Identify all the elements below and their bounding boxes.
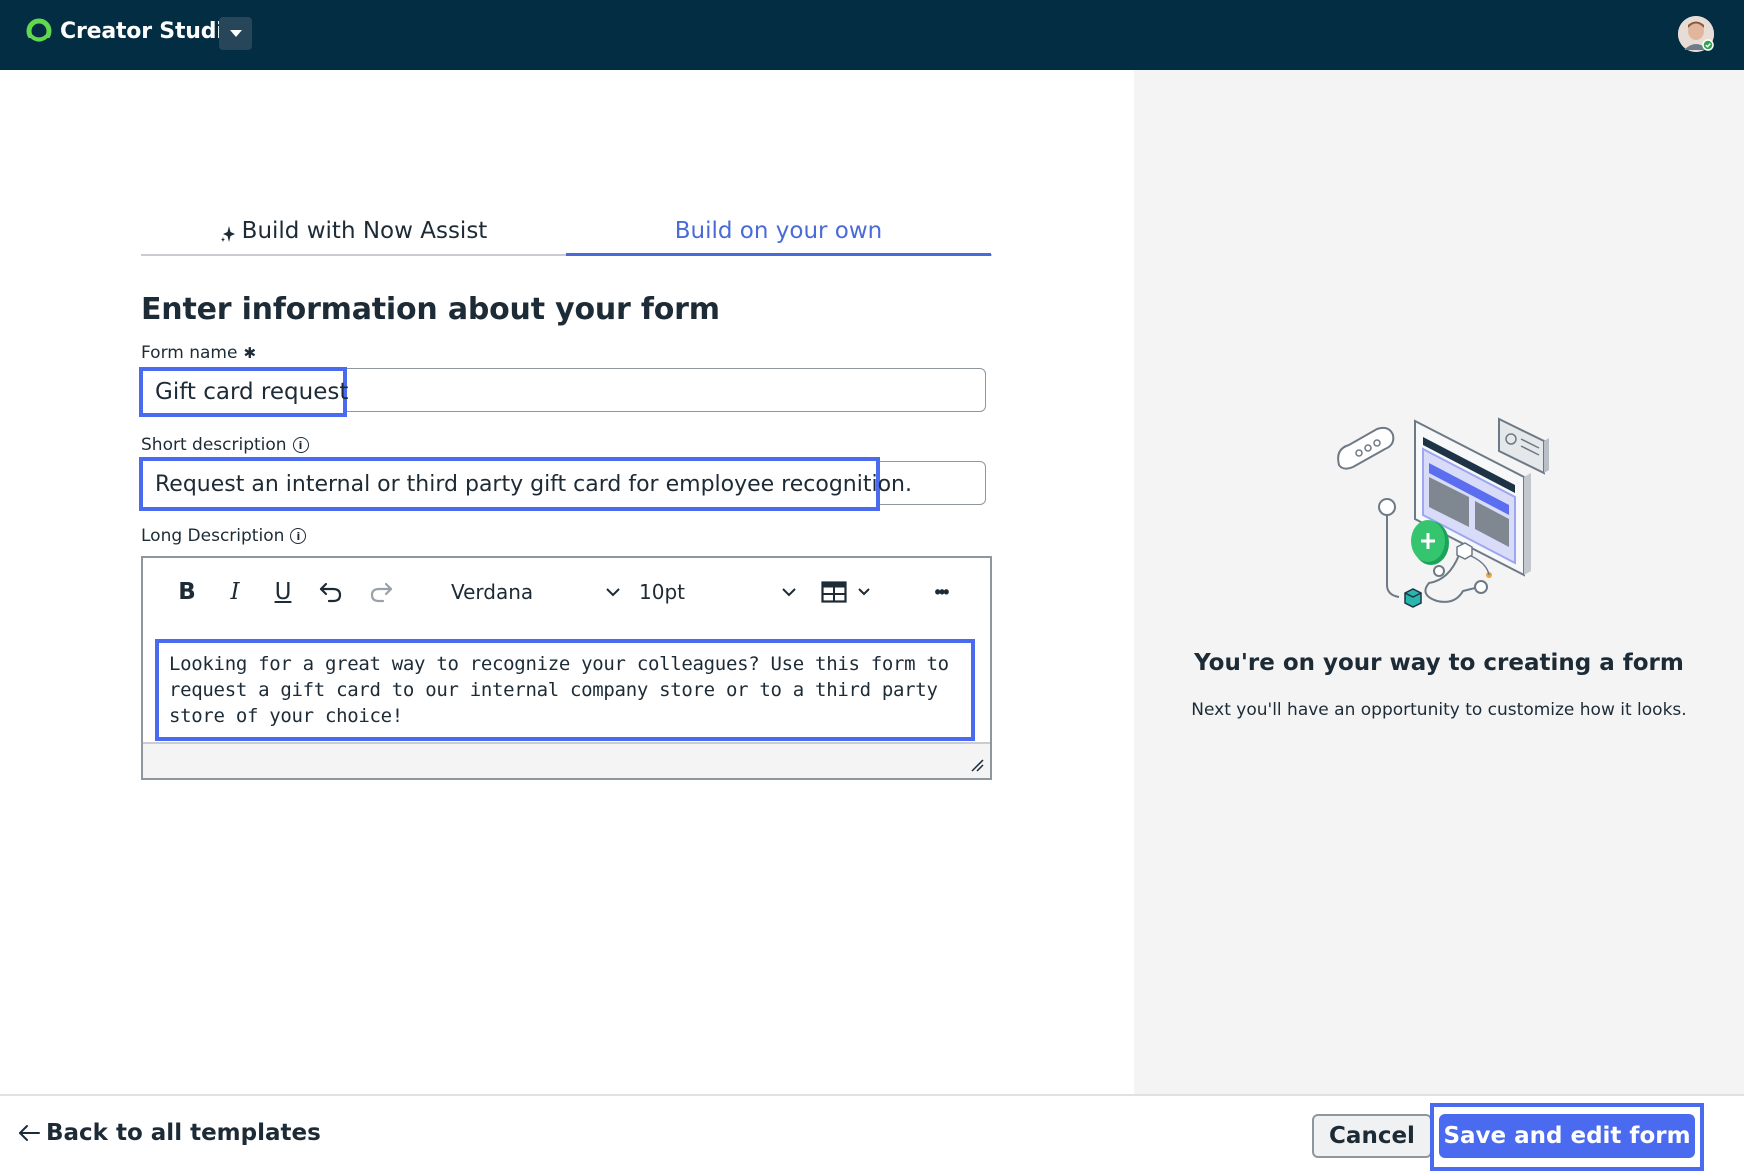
- arrow-left-icon: [19, 1125, 40, 1141]
- redo-button[interactable]: [365, 576, 397, 608]
- font-family-select[interactable]: Verdana: [451, 576, 621, 608]
- redo-icon: [370, 582, 393, 603]
- more-options-button[interactable]: •••: [921, 576, 961, 608]
- tab-build-with-now-assist[interactable]: Build with Now Assist: [141, 210, 566, 256]
- bold-button[interactable]: B: [171, 576, 203, 608]
- tab-label: Build on your own: [674, 218, 883, 244]
- editor-status-bar: [143, 742, 990, 778]
- italic-button[interactable]: I: [219, 576, 251, 608]
- side-panel-subtitle: Next you'll have an opportunity to custo…: [1191, 700, 1687, 720]
- editor-content-area[interactable]: Looking for a great way to recognize you…: [143, 626, 990, 741]
- tab-build-on-your-own[interactable]: Build on your own: [566, 210, 991, 256]
- form-name-value[interactable]: Gift card request: [139, 367, 348, 417]
- font-size-value: 10pt: [639, 580, 685, 604]
- short-description-value[interactable]: Request an internal or third party gift …: [139, 457, 912, 511]
- tab-label: Build with Now Assist: [241, 218, 488, 244]
- long-description-editor: B I U Verdana 10pt ••• Looking for a gre…: [141, 556, 992, 780]
- app-switcher-button[interactable]: [219, 17, 252, 50]
- resize-handle-icon[interactable]: [970, 758, 984, 772]
- undo-button[interactable]: [315, 576, 347, 608]
- chevron-down-icon: [606, 588, 620, 597]
- footer-bar: Back to all templates Cancel Save and ed…: [0, 1094, 1744, 1173]
- info-icon[interactable]: i: [290, 528, 307, 544]
- long-description-label: Long Description i: [141, 526, 307, 546]
- cancel-button[interactable]: Cancel: [1312, 1114, 1432, 1158]
- side-panel-title: You're on your way to creating a form: [1194, 650, 1684, 676]
- build-mode-tabs: Build with Now Assist Build on your own: [141, 210, 992, 256]
- short-description-label: Short description i: [141, 435, 309, 455]
- back-link-label: Back to all templates: [46, 1120, 321, 1146]
- form-heading: Enter information about your form: [141, 292, 720, 327]
- label-text: Form name: [141, 343, 238, 363]
- required-asterisk-icon: ✱: [243, 344, 257, 362]
- undo-icon: [319, 582, 342, 603]
- info-icon[interactable]: i: [292, 437, 309, 453]
- sparkle-icon: [220, 226, 235, 242]
- caret-down-icon: [229, 30, 242, 37]
- chevron-down-icon: [858, 588, 870, 596]
- avatar-image-icon: [1678, 16, 1714, 52]
- info-side-panel: You're on your way to creating a form Ne…: [1134, 70, 1744, 1094]
- chevron-down-icon: [782, 588, 796, 597]
- top-navigation-bar: Creator Studio: [0, 0, 1744, 70]
- save-and-edit-form-button[interactable]: Save and edit form: [1439, 1114, 1695, 1158]
- table-insert-select[interactable]: [821, 576, 871, 608]
- form-name-label: Form name ✱: [141, 343, 256, 363]
- font-family-value: Verdana: [451, 580, 534, 604]
- table-icon: [821, 581, 847, 603]
- underline-button[interactable]: U: [267, 576, 299, 608]
- label-text: Short description: [141, 435, 287, 455]
- brand[interactable]: Creator Studio: [26, 18, 239, 44]
- editor-toolbar: B I U Verdana 10pt •••: [143, 558, 990, 626]
- app-name: Creator Studio: [60, 18, 239, 44]
- form-builder-illustration: [1337, 417, 1549, 608]
- back-to-templates-link[interactable]: Back to all templates: [18, 1120, 321, 1146]
- font-size-select[interactable]: 10pt: [639, 576, 797, 608]
- user-avatar[interactable]: [1678, 16, 1714, 52]
- long-description-value[interactable]: Looking for a great way to recognize you…: [155, 639, 975, 741]
- servicenow-logo-icon: [26, 18, 52, 44]
- label-text: Long Description: [141, 526, 285, 546]
